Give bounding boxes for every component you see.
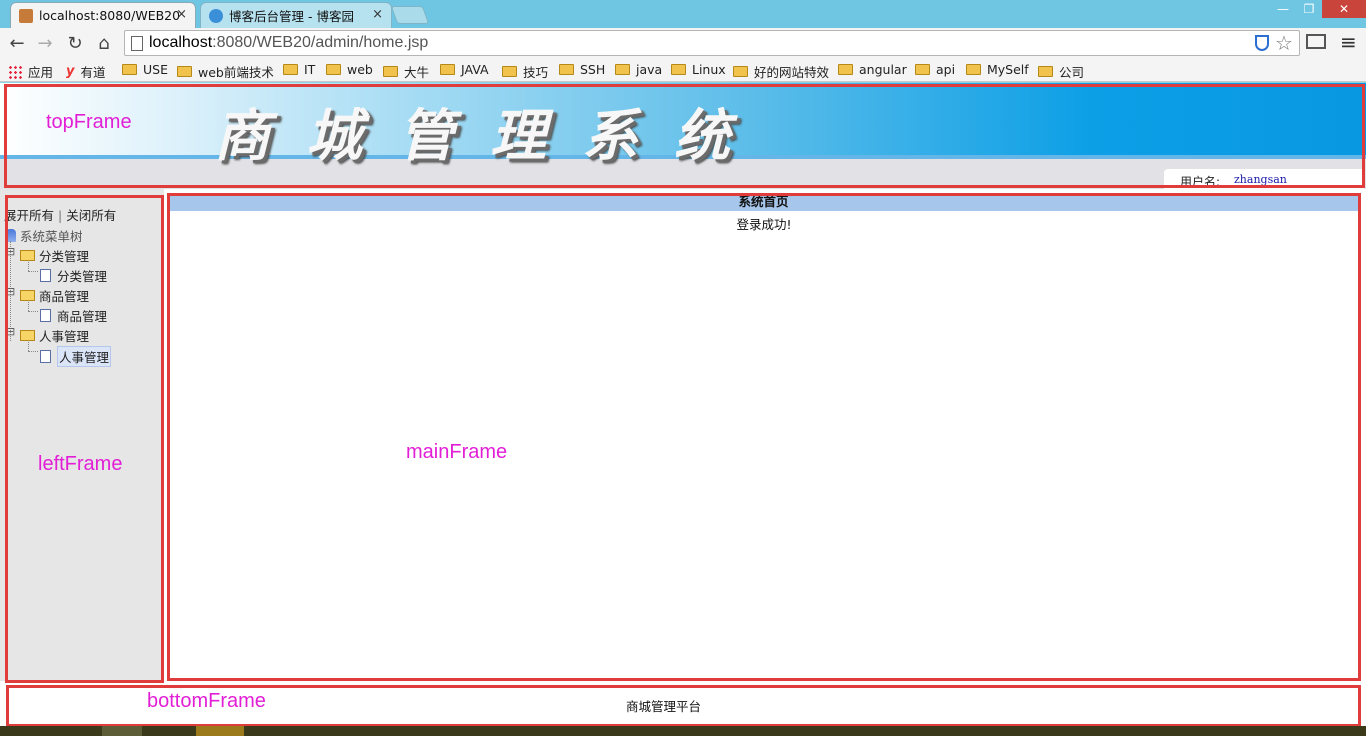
bookmark-folder[interactable]: angular <box>838 62 907 77</box>
bookmark-folder[interactable]: MySelf <box>966 62 1029 77</box>
tab-label: localhost:8080/WEB20/a <box>39 8 179 23</box>
folder-icon <box>915 64 930 75</box>
bookmark-folder[interactable]: 大牛 <box>383 62 429 81</box>
back-arrow-icon[interactable]: ← <box>6 32 28 54</box>
folder-icon <box>838 64 853 75</box>
bookmark-folder[interactable]: IT <box>283 62 315 77</box>
folder-icon <box>383 66 398 77</box>
reload-icon[interactable]: ↻ <box>64 32 86 54</box>
bookmark-folder[interactable]: web <box>326 62 373 77</box>
bookmarks-bar: 应用 y 有道 USE web前端技术 IT web 大牛 JAVA 技巧 SSH… <box>0 58 1366 82</box>
bookmark-apps[interactable]: 应用 <box>8 62 53 81</box>
cnblogs-favicon-icon <box>209 9 223 23</box>
top-frame-label: topFrame <box>46 111 132 133</box>
page-icon <box>131 36 143 51</box>
home-icon[interactable]: ⌂ <box>93 32 115 54</box>
bookmark-folder[interactable]: 好的网站特效 <box>733 62 829 81</box>
taskbar-item[interactable] <box>102 726 142 736</box>
address-bar[interactable]: localhost:8080/WEB20/admin/home.jsp ☆ <box>124 30 1300 56</box>
main-frame-outline <box>167 193 1361 681</box>
folder-icon <box>671 64 686 75</box>
bookmark-youdao[interactable]: y 有道 <box>66 62 106 81</box>
page-content: 商城管理系统 用户名: zhangsan 展开所有 | 关闭所有 系统菜单树 ⊟ 分… <box>0 83 1366 727</box>
window-minimize-button[interactable]: — <box>1270 0 1296 18</box>
folder-icon <box>1038 66 1053 77</box>
bookmark-folder[interactable]: Linux <box>671 62 726 77</box>
left-frame-label: leftFrame <box>38 453 123 475</box>
tab-close-icon[interactable]: × <box>176 7 187 22</box>
bookmark-folder[interactable]: JAVA <box>440 62 489 77</box>
bookmark-folder[interactable]: 公司 <box>1038 62 1084 81</box>
folder-icon <box>502 66 517 77</box>
browser-toolbar: ← → ↻ ⌂ localhost:8080/WEB20/admin/home.… <box>0 28 1366 58</box>
bookmark-folder[interactable]: web前端技术 <box>177 62 274 81</box>
folder-icon <box>733 66 748 77</box>
shield-icon[interactable] <box>1255 35 1269 51</box>
cast-icon[interactable] <box>1306 34 1326 49</box>
main-frame-label: mainFrame <box>406 441 508 463</box>
folder-icon <box>440 64 455 75</box>
bookmark-star-icon[interactable]: ☆ <box>1275 31 1293 55</box>
new-tab-button[interactable] <box>390 6 430 24</box>
menu-icon[interactable]: ≡ <box>1340 30 1357 54</box>
tab-cnblogs[interactable]: 博客后台管理 - 博客园 × <box>200 2 392 28</box>
folder-icon <box>559 64 574 75</box>
folder-icon <box>615 64 630 75</box>
tab-localhost[interactable]: localhost:8080/WEB20/a × <box>10 2 196 28</box>
window-maximize-button[interactable]: ❐ <box>1296 0 1322 18</box>
bookmark-folder[interactable]: java <box>615 62 662 77</box>
page-favicon-icon <box>19 9 33 23</box>
bookmark-folder[interactable]: 技巧 <box>502 62 548 81</box>
bookmark-folder[interactable]: SSH <box>559 62 605 77</box>
left-frame-outline <box>5 195 164 683</box>
folder-icon <box>122 64 137 75</box>
youdao-icon: y <box>66 64 75 79</box>
top-frame-outline <box>4 84 1365 188</box>
browser-titlebar: localhost:8080/WEB20/a × 博客后台管理 - 博客园 × … <box>0 0 1366 28</box>
forward-arrow-icon[interactable]: → <box>34 32 56 54</box>
bookmark-folder[interactable]: api <box>915 62 955 77</box>
folder-icon <box>326 64 341 75</box>
bottom-frame-label: bottomFrame <box>147 690 266 712</box>
taskbar-item[interactable] <box>196 726 244 736</box>
apps-icon <box>8 64 22 79</box>
window-close-button[interactable]: ✕ <box>1322 0 1366 18</box>
folder-icon <box>283 64 298 75</box>
folder-icon <box>177 66 192 77</box>
tab-label: 博客后台管理 - 博客园 <box>229 9 354 24</box>
tab-close-icon[interactable]: × <box>372 7 383 22</box>
folder-icon <box>966 64 981 75</box>
bookmark-folder[interactable]: USE <box>122 62 168 77</box>
url-text: localhost:8080/WEB20/admin/home.jsp <box>149 34 429 51</box>
